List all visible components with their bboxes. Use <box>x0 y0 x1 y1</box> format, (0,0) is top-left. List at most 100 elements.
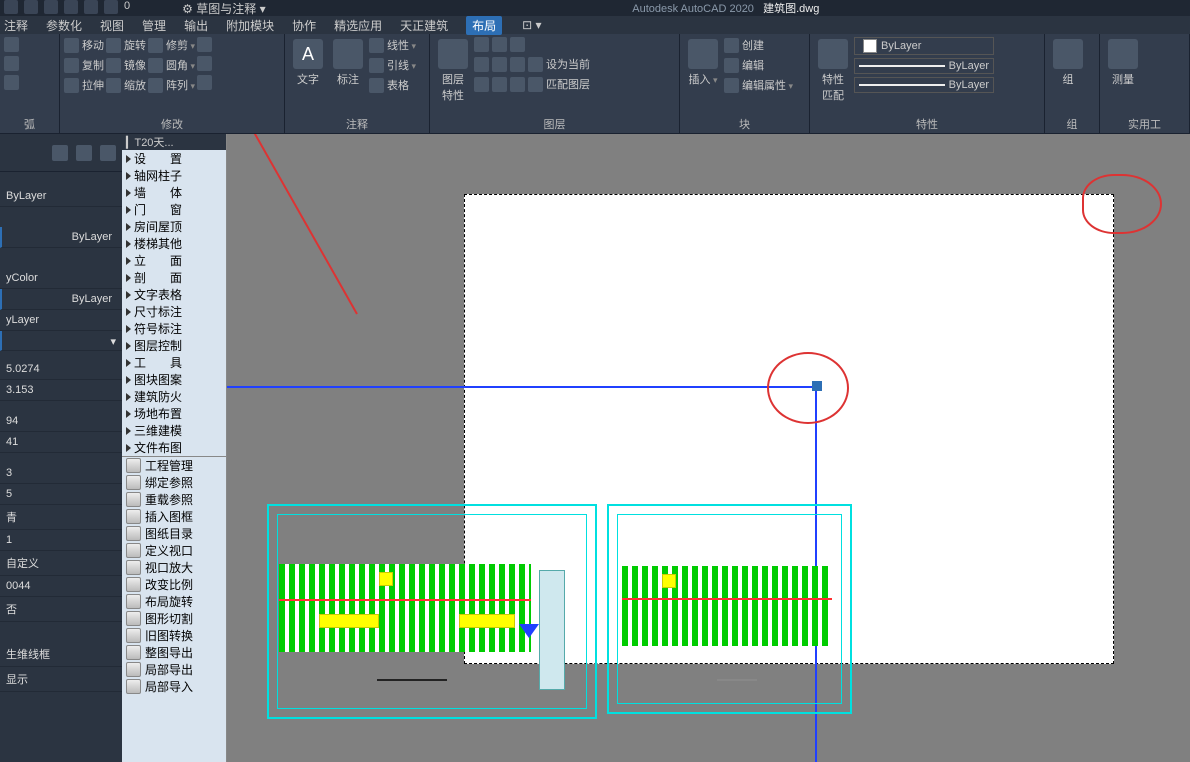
save-icon[interactable] <box>64 0 78 14</box>
tree-item[interactable]: 房间屋顶 <box>122 218 226 235</box>
tree-item[interactable]: 门 窗 <box>122 201 226 218</box>
panel-modify[interactable]: 修改 <box>64 114 280 132</box>
prop-ylayer[interactable]: yLayer <box>0 310 122 331</box>
tree-item[interactable]: 楼梯其他 <box>122 235 226 252</box>
tree-item[interactable]: 场地布置 <box>122 405 226 422</box>
insert-button[interactable]: 插入 <box>684 37 722 89</box>
prop-layer2[interactable]: ByLayer <box>0 227 122 248</box>
block-create-icon[interactable] <box>724 38 739 53</box>
prop-pick-icon[interactable] <box>76 145 92 161</box>
tree-item[interactable]: 符号标注 <box>122 320 226 337</box>
layer-iso-icon[interactable] <box>474 57 489 72</box>
tool-item[interactable]: 重载参照 <box>122 491 226 508</box>
tool-item[interactable]: 整图导出 <box>122 644 226 661</box>
measure-button[interactable]: 测量 <box>1104 37 1142 89</box>
qat-dropdown[interactable]: 0 <box>124 0 130 17</box>
layer-freeze-icon[interactable] <box>492 37 507 52</box>
panel-annot[interactable]: 注释 <box>289 114 425 132</box>
tool-item[interactable]: 局部导入 <box>122 678 226 695</box>
array-icon[interactable] <box>148 78 163 93</box>
stretch-icon[interactable] <box>64 78 79 93</box>
mirror-icon[interactable] <box>106 58 121 73</box>
layer-prev-icon[interactable] <box>528 77 543 92</box>
layer-on-icon[interactable] <box>510 57 525 72</box>
explode-icon[interactable] <box>197 56 212 71</box>
menu-output[interactable]: 输出 <box>184 17 208 34</box>
layer-lock-icon[interactable] <box>510 37 525 52</box>
block-edit-icon[interactable] <box>724 58 739 73</box>
tool-item[interactable]: 图形切割 <box>122 610 226 627</box>
menu-parametric[interactable]: 参数化 <box>46 17 82 34</box>
prop-bycolor[interactable]: yColor <box>0 268 122 289</box>
text-button[interactable]: A文字 <box>289 37 327 89</box>
prop-select-icon[interactable] <box>52 145 68 161</box>
copy-icon[interactable] <box>64 58 79 73</box>
linetype-dropdown[interactable]: ByLayer <box>854 77 994 93</box>
redo-icon[interactable] <box>104 0 118 14</box>
layer-thaw-icon[interactable] <box>528 57 543 72</box>
rect-icon[interactable] <box>4 75 19 90</box>
tree-item[interactable]: 图层控制 <box>122 337 226 354</box>
tree-item[interactable]: 墙 体 <box>122 184 226 201</box>
panel-group[interactable]: 组 <box>1049 114 1095 132</box>
tool-item[interactable]: 绑定参照 <box>122 474 226 491</box>
offset-icon[interactable] <box>197 75 212 90</box>
panel-props[interactable]: 特性 <box>814 114 1040 132</box>
tool-item[interactable]: 布局旋转 <box>122 593 226 610</box>
tree-item[interactable]: 轴网柱子 <box>122 167 226 184</box>
tool-item[interactable]: 视口放大 <box>122 559 226 576</box>
tool-item[interactable]: 插入图框 <box>122 508 226 525</box>
erase-icon[interactable] <box>197 37 212 52</box>
tree-item[interactable]: 文字表格 <box>122 286 226 303</box>
block-attr-icon[interactable] <box>724 78 739 93</box>
color-dropdown[interactable]: ByLayer <box>854 37 994 55</box>
prop-bylayer3[interactable]: ByLayer <box>0 289 122 310</box>
menu-manage[interactable]: 管理 <box>142 17 166 34</box>
tool-item[interactable]: 改变比例 <box>122 576 226 593</box>
ribbon-dropdown[interactable]: 草图与注释 <box>196 2 256 16</box>
tree-item[interactable]: 尺寸标注 <box>122 303 226 320</box>
tree-item[interactable]: 设 置 <box>122 150 226 167</box>
arc-icon[interactable] <box>4 37 19 52</box>
menu-view[interactable]: 视图 <box>100 17 124 34</box>
prop-expand[interactable]: ▾ <box>0 331 122 351</box>
tree-item[interactable]: 立 面 <box>122 252 226 269</box>
tool-item[interactable]: 局部导出 <box>122 661 226 678</box>
trim-icon[interactable] <box>148 38 163 53</box>
matchprop-button[interactable]: 特性 匹配 <box>814 37 852 105</box>
app-icon[interactable] <box>4 0 18 14</box>
new-icon[interactable] <box>24 0 38 14</box>
layer-off-icon[interactable] <box>492 57 507 72</box>
menu-featured[interactable]: 精选应用 <box>334 17 382 34</box>
menu-collab[interactable]: 协作 <box>292 17 316 34</box>
tree-item[interactable]: 图块图案 <box>122 371 226 388</box>
layer-merge-icon[interactable] <box>492 77 507 92</box>
circle-icon[interactable] <box>4 56 19 71</box>
tool-item[interactable]: 图纸目录 <box>122 525 226 542</box>
menu-addins[interactable]: 附加模块 <box>226 17 274 34</box>
group-button[interactable]: 组 <box>1049 37 1087 89</box>
prop-quick-icon[interactable] <box>100 145 116 161</box>
undo-icon[interactable] <box>84 0 98 14</box>
fillet-icon[interactable] <box>148 58 163 73</box>
tree-item[interactable]: 文件布图 <box>122 439 226 456</box>
tool-item[interactable]: 工程管理 <box>122 457 226 474</box>
tool-item[interactable]: 旧图转换 <box>122 627 226 644</box>
dim-button[interactable]: 标注 <box>329 37 367 89</box>
open-icon[interactable] <box>44 0 58 14</box>
menu-annotate[interactable]: 注释 <box>4 17 28 34</box>
layer-walk-icon[interactable] <box>474 77 489 92</box>
table-icon[interactable] <box>369 78 384 93</box>
drawing-canvas[interactable] <box>227 134 1190 762</box>
linear-icon[interactable] <box>369 38 384 53</box>
lineweight-dropdown[interactable]: ByLayer <box>854 58 994 74</box>
menu-layout[interactable]: 布局 <box>466 16 502 35</box>
prop-layer[interactable]: ByLayer <box>0 186 122 207</box>
panel-layer[interactable]: 图层 <box>434 114 675 132</box>
menu-overflow[interactable]: ⊡ ▾ <box>520 18 543 32</box>
tree-header[interactable]: ▎ T20天... <box>122 134 226 150</box>
panel-block[interactable]: 块 <box>684 114 805 132</box>
layer-del-icon[interactable] <box>510 77 525 92</box>
tree-item[interactable]: 工 具 <box>122 354 226 371</box>
leader-icon[interactable] <box>369 58 384 73</box>
